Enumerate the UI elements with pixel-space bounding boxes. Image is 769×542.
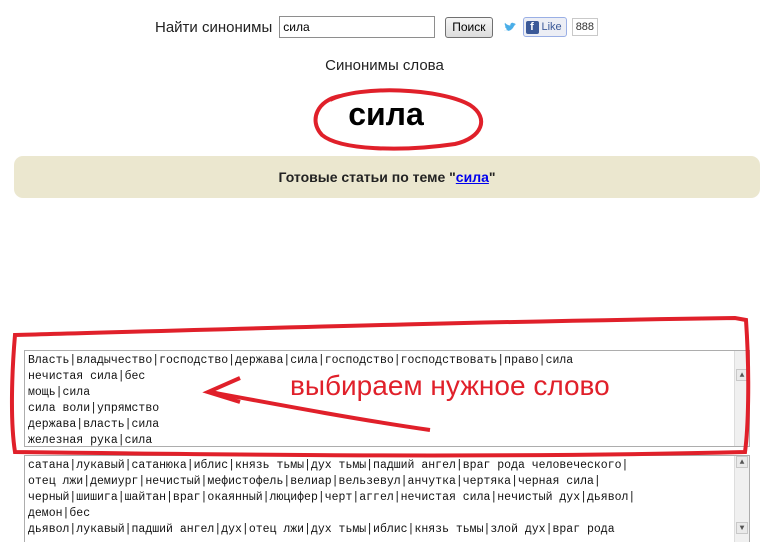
- textarea-line: дьявол|лукавый|падший ангел|дух|отец лжи…: [28, 523, 615, 536]
- articles-suffix: ": [488, 169, 496, 185]
- search-label: Найти синонимы: [155, 18, 273, 36]
- textarea-line: сила воли|упрямство: [28, 402, 160, 415]
- search-row: Найти синонимы Поиск f Like 888: [155, 15, 599, 39]
- textarea-line: отец лжи|демиург|нечистый|мефистофель|ве…: [28, 475, 601, 488]
- facebook-like-button[interactable]: f Like: [522, 17, 567, 37]
- textarea-line: держава|власть|сила: [28, 418, 160, 431]
- like-label: Like: [541, 21, 562, 33]
- textarea-line: демон|бес: [28, 507, 91, 520]
- annotation-text: выбираем нужное слово: [290, 370, 610, 401]
- page-title: сила: [348, 96, 424, 132]
- search-button[interactable]: Поиск: [445, 16, 493, 38]
- scroll-up-icon[interactable]: ▲: [736, 456, 748, 468]
- textarea-line: Власть|владычество|господство|держава|си…: [28, 354, 574, 367]
- textarea-line: черный|шишига|шайтан|враг|окаянный|люциф…: [28, 491, 636, 504]
- articles-link[interactable]: сила: [456, 169, 489, 185]
- synonyms-textarea-2[interactable]: сатана|лукавый|сатанюка|иблис|князь тьмы…: [24, 455, 750, 542]
- search-input[interactable]: [279, 16, 436, 38]
- scroll-up-icon[interactable]: ▲: [736, 369, 748, 381]
- twitter-icon[interactable]: [502, 19, 518, 35]
- articles-prefix: Готовые статьи по теме ": [278, 169, 456, 185]
- facebook-icon: f: [525, 20, 539, 34]
- textarea-line: железная рука|сила: [28, 434, 153, 447]
- textarea-scrollbar[interactable]: ▲: [734, 351, 749, 446]
- scroll-down-icon[interactable]: ▼: [736, 522, 748, 534]
- articles-banner: Готовые статьи по теме "сила": [14, 156, 760, 198]
- textarea-line: сатана|лукавый|сатанюка|иблис|князь тьмы…: [28, 459, 629, 472]
- page-subtitle: Синонимы слова: [325, 57, 444, 74]
- like-count: 888: [571, 18, 599, 36]
- textarea-scrollbar[interactable]: ▲ ▼: [734, 456, 749, 542]
